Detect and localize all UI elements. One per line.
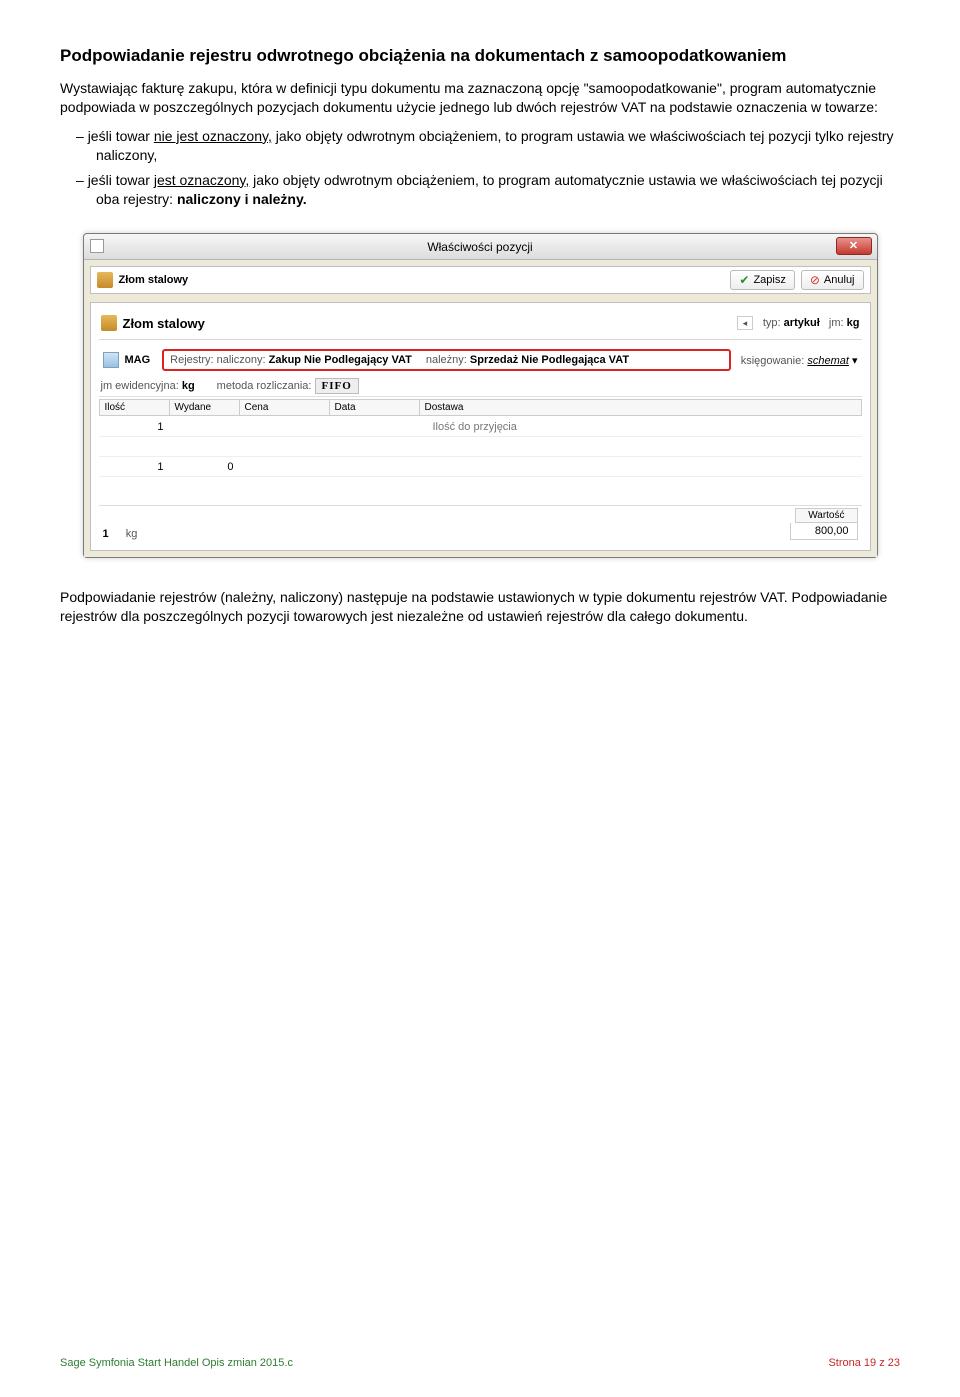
button-label: Anuluj: [824, 274, 855, 286]
label: jm ewidencyjna:: [101, 380, 179, 392]
column-header[interactable]: Ilość: [99, 399, 169, 416]
booking-value: schemat: [807, 355, 849, 367]
item-name: Złom stalowy: [123, 316, 737, 331]
jmew-value: kg: [182, 380, 195, 392]
label: księgowanie:: [741, 355, 805, 367]
cell: [419, 465, 862, 469]
value-amount: 800,00: [790, 523, 858, 540]
cell: 0: [169, 459, 239, 475]
cell: [239, 425, 329, 429]
column-header[interactable]: Data: [329, 399, 419, 416]
system-menu-icon[interactable]: [90, 239, 104, 253]
footer-left: Sage Symfonia Start Handel Opis zmian 20…: [60, 1357, 293, 1369]
label: metoda rozliczania:: [217, 380, 312, 392]
column-header[interactable]: Wydane: [169, 399, 239, 416]
bold-text: naliczony i należny.: [177, 191, 307, 207]
column-header[interactable]: Dostawa: [419, 399, 862, 416]
underlined-text: nie jest oznaczony,: [154, 128, 272, 144]
value-label: Wartość: [795, 508, 857, 523]
catalog-icon: [101, 315, 117, 331]
check-icon: ✔: [739, 273, 749, 287]
dialog-window: Właściwości pozycji ✕ Złom stalowy ✔ Zapi…: [83, 233, 878, 558]
sum-unit: kg: [126, 528, 138, 540]
attributes-row: jm ewidencyjna: kg metoda rozliczania: F…: [99, 376, 862, 397]
label: typ:: [763, 317, 781, 329]
cell: 1: [99, 459, 169, 475]
table-row[interactable]: 1 Ilość do przyjęcia: [99, 417, 862, 437]
toolbar-row: Złom stalowy ✔ Zapisz ⊘ Anuluj: [90, 266, 871, 294]
underlined-text: jest oznaczony,: [154, 172, 249, 188]
cell: [329, 425, 419, 429]
button-label: Zapisz: [753, 274, 785, 286]
cancel-icon: ⊘: [810, 273, 820, 287]
column-header[interactable]: Cena: [239, 399, 329, 416]
text: jeśli towar: [88, 128, 154, 144]
label: należny:: [426, 354, 467, 366]
cancel-button[interactable]: ⊘ Anuluj: [801, 270, 864, 290]
type-value: artykuł: [784, 317, 820, 329]
sum-qty: 1: [103, 528, 109, 540]
table-header: Ilość Wydane Cena Data Dostawa: [99, 397, 862, 417]
text: jeśli towar: [88, 172, 154, 188]
label: Rejestry: naliczony:: [170, 354, 265, 366]
cell: [239, 465, 329, 469]
document-icon: [103, 352, 119, 368]
summary-row: 1 kg Wartość 800,00: [99, 505, 862, 540]
nav-left-button[interactable]: ◂: [737, 316, 753, 330]
footer-right: Strona 19 z 23: [828, 1357, 900, 1369]
closing-paragraph: Podpowiadanie rejestrów (należny, nalicz…: [60, 588, 900, 626]
save-button[interactable]: ✔ Zapisz: [730, 270, 794, 290]
close-button[interactable]: ✕: [836, 237, 872, 255]
value-box: Wartość 800,00: [790, 508, 858, 540]
nalezny-value[interactable]: Sprzedaż Nie Podlegająca VAT: [470, 354, 629, 366]
mag-code: MAG: [125, 354, 151, 366]
registers-row: MAG Rejestry: naliczony: Zakup Nie Podle…: [99, 344, 862, 376]
bullet-list: jeśli towar nie jest oznaczony, jako obj…: [60, 127, 900, 209]
highlighted-registers: Rejestry: naliczony: Zakup Nie Podlegają…: [162, 349, 731, 371]
cell: 1: [99, 419, 169, 435]
titlebar: Właściwości pozycji ✕: [84, 234, 877, 260]
window-title: Właściwości pozycji: [427, 240, 532, 254]
naliczony-value[interactable]: Zakup Nie Podlegający VAT: [269, 354, 412, 366]
page-footer: Sage Symfonia Start Handel Opis zmian 20…: [60, 1357, 900, 1369]
label: jm:: [829, 317, 844, 329]
booking-field[interactable]: księgowanie: schemat ▾: [741, 354, 858, 367]
item-code: Złom stalowy: [119, 274, 725, 286]
list-item: jeśli towar jest oznaczony, jako objęty …: [60, 171, 900, 209]
inner-panel: Złom stalowy ◂ typ: artykuł jm: kg MAG R…: [90, 302, 871, 551]
page-heading: Podpowiadanie rejestru odwrotnego obciąż…: [60, 45, 900, 67]
intro-paragraph: Wystawiając fakturę zakupu, która w defi…: [60, 79, 900, 117]
cell: [169, 425, 239, 429]
catalog-icon: [97, 272, 113, 288]
cell: [329, 465, 419, 469]
list-item: jeśli towar nie jest oznaczony, jako obj…: [60, 127, 900, 165]
cell: Ilość do przyjęcia: [419, 419, 862, 435]
item-header: Złom stalowy ◂ typ: artykuł jm: kg: [99, 311, 862, 340]
table-row[interactable]: 1 0: [99, 457, 862, 477]
method-value[interactable]: FIFO: [315, 378, 359, 394]
unit-value: kg: [847, 317, 860, 329]
